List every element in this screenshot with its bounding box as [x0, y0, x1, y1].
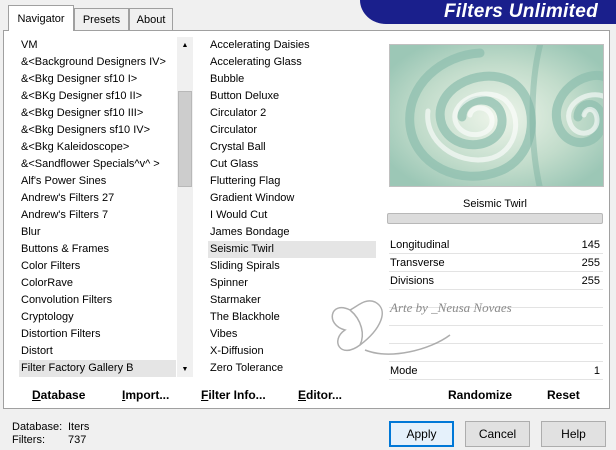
filter-info-link[interactable]: Filter Info...	[201, 388, 266, 402]
list-item[interactable]: Accelerating Daisies	[208, 37, 376, 54]
filter-preview-image	[389, 44, 604, 187]
reset-link[interactable]: Reset	[547, 388, 580, 402]
list-item[interactable]: Andrew's Filters 27	[19, 190, 176, 207]
cancel-button[interactable]: Cancel	[465, 421, 530, 447]
list-item[interactable]: Seismic Twirl	[208, 241, 376, 258]
apply-button[interactable]: Apply	[389, 421, 454, 447]
list-item[interactable]: Filter Factory Gallery B	[19, 360, 176, 377]
param-label: Divisions	[390, 275, 435, 287]
param-transverse[interactable]: Transverse 255	[389, 254, 603, 272]
param-value: 255	[581, 275, 600, 287]
status-filters-value: 737	[68, 434, 87, 446]
scroll-down-icon[interactable]: ▼	[177, 361, 193, 377]
list-item[interactable]: Crystal Ball	[208, 139, 376, 156]
scroll-up-icon[interactable]: ▲	[177, 37, 193, 53]
list-item[interactable]: &<BKg Designer sf10 II>	[19, 88, 176, 105]
list-item[interactable]: &<Bkg Designer sf10 III>	[19, 105, 176, 122]
list-item[interactable]: Blur	[19, 224, 176, 241]
status-database-value: Iters	[68, 421, 90, 433]
list-item[interactable]: Bubble	[208, 71, 376, 88]
list-item[interactable]: &<Background Designers IV>	[19, 54, 176, 71]
list-item[interactable]: Buttons & Frames	[19, 241, 176, 258]
list-item[interactable]: Cut Glass	[208, 156, 376, 173]
list-item[interactable]: Color Filters	[19, 258, 176, 275]
list-item[interactable]: Distortion Filters	[19, 326, 176, 343]
app-title: Filters Unlimited	[444, 1, 598, 22]
category-scrollbar[interactable]: ▲ ▼	[177, 37, 193, 377]
list-item[interactable]: Convolution Filters	[19, 292, 176, 309]
list-item[interactable]: James Bondage	[208, 224, 376, 241]
list-item[interactable]: &<Sandflower Specials^v^ >	[19, 156, 176, 173]
param-value: 145	[581, 239, 600, 251]
category-list[interactable]: VM &<Background Designers IV> &<Bkg Design…	[19, 37, 176, 377]
list-item[interactable]: I Would Cut	[208, 207, 376, 224]
param-longitudinal[interactable]: Longitudinal 145	[389, 236, 603, 254]
editor-link[interactable]: Editor...	[298, 388, 342, 402]
randomize-link[interactable]: Randomize	[448, 388, 512, 402]
list-item[interactable]: Alf's Power Sines	[19, 173, 176, 190]
tab-presets[interactable]: Presets	[74, 8, 129, 30]
list-item[interactable]: ColorRave	[19, 275, 176, 292]
watermark: Arte by _Neusa Novaes	[320, 290, 550, 370]
list-item[interactable]: Fluttering Flag	[208, 173, 376, 190]
list-item[interactable]: Sliding Spirals	[208, 258, 376, 275]
param-label: Longitudinal	[390, 239, 450, 251]
list-item[interactable]: Circulator 2	[208, 105, 376, 122]
database-link[interactable]: Database	[32, 388, 85, 402]
title-banner: Filters Unlimited	[360, 0, 616, 24]
list-item[interactable]: Accelerating Glass	[208, 54, 376, 71]
list-item[interactable]: Button Deluxe	[208, 88, 376, 105]
list-item[interactable]: VM	[19, 37, 176, 54]
help-button[interactable]: Help	[541, 421, 606, 447]
list-item[interactable]: Cryptology	[19, 309, 176, 326]
current-filter-name: Seismic Twirl	[463, 198, 527, 210]
preview-slider[interactable]	[387, 213, 603, 224]
list-item[interactable]: Gradient Window	[208, 190, 376, 207]
scroll-thumb[interactable]	[178, 91, 192, 187]
list-item[interactable]: Andrew's Filters 7	[19, 207, 176, 224]
watermark-text: Arte by _Neusa Novaes	[390, 300, 512, 315]
tab-navigator[interactable]: Navigator	[8, 5, 74, 31]
twirl-preview-graphic	[390, 45, 603, 186]
list-item[interactable]: &<Bkg Kaleidoscope>	[19, 139, 176, 156]
import-link[interactable]: Import...	[122, 388, 169, 402]
param-divisions[interactable]: Divisions 255	[389, 272, 603, 290]
status-filters-label: Filters:	[12, 434, 45, 446]
list-item[interactable]: &<Bkg Designers sf10 IV>	[19, 122, 176, 139]
param-value: 255	[581, 257, 600, 269]
param-value: 1	[593, 365, 600, 377]
list-item[interactable]: Distort	[19, 343, 176, 360]
list-item[interactable]: &<Bkg Designer sf10 I>	[19, 71, 176, 88]
list-item[interactable]: Circulator	[208, 122, 376, 139]
tab-about[interactable]: About	[129, 8, 173, 30]
param-label: Transverse	[390, 257, 445, 269]
status-database-label: Database:	[12, 421, 63, 433]
